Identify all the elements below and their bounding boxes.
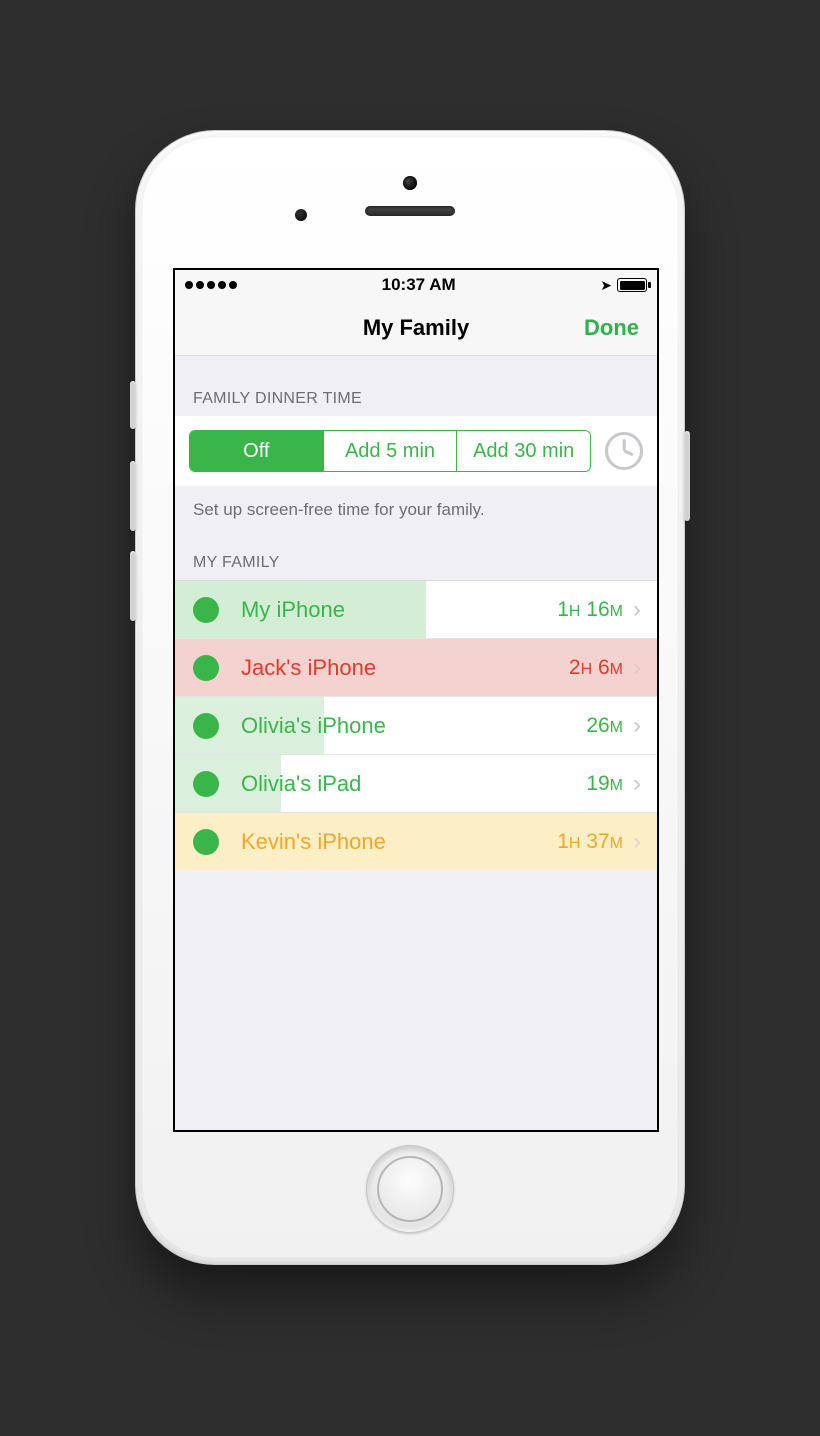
location-icon: ➤ xyxy=(600,277,612,294)
device-time: 1H 37M xyxy=(557,830,623,854)
signal-dots-icon xyxy=(185,281,237,289)
page-title: My Family xyxy=(363,315,469,341)
chevron-right-icon: › xyxy=(633,654,641,682)
family-row[interactable]: Olivia's iPad19M › xyxy=(175,754,657,812)
mute-switch[interactable] xyxy=(130,381,136,429)
device-time: 2H 6M xyxy=(569,656,623,680)
family-row[interactable]: My iPhone1H 16M › xyxy=(175,580,657,638)
device-name: Olivia's iPad xyxy=(241,771,586,797)
family-row[interactable]: Olivia's iPhone26M › xyxy=(175,696,657,754)
home-button[interactable] xyxy=(366,1145,454,1233)
device-time: 1H 16M xyxy=(557,598,623,622)
chevron-right-icon: › xyxy=(633,596,641,624)
dinner-segmented-control[interactable]: OffAdd 5 minAdd 30 min xyxy=(189,430,591,472)
device-name: Olivia's iPhone xyxy=(241,713,586,739)
done-button[interactable]: Done xyxy=(584,315,639,341)
power-button[interactable] xyxy=(684,431,690,521)
device-name: Kevin's iPhone xyxy=(241,829,557,855)
segment-off[interactable]: Off xyxy=(190,431,323,471)
dinner-footer: Set up screen-free time for your family. xyxy=(175,486,657,520)
status-dot-icon xyxy=(193,597,219,623)
status-dot-icon xyxy=(193,771,219,797)
device-time: 19M xyxy=(586,772,623,796)
device-time: 26M xyxy=(586,714,623,738)
nav-bar: My Family Done xyxy=(175,300,657,356)
status-dot-icon xyxy=(193,829,219,855)
family-list: My iPhone1H 16M›Jack's iPhone2H 6M›Olivi… xyxy=(175,580,657,870)
clock: 10:37 AM xyxy=(382,275,456,295)
volume-up-button[interactable] xyxy=(130,461,136,531)
chevron-right-icon: › xyxy=(633,828,641,856)
family-row[interactable]: Kevin's iPhone1H 37M › xyxy=(175,812,657,870)
device-name: My iPhone xyxy=(241,597,557,623)
segment-add-5-min[interactable]: Add 5 min xyxy=(323,431,457,471)
ear-speaker xyxy=(365,206,455,216)
screen: 10:37 AM ➤ My Family Done FAMILY DINNER … xyxy=(173,268,659,1132)
segment-add-30-min[interactable]: Add 30 min xyxy=(456,431,590,471)
status-dot-icon xyxy=(193,655,219,681)
front-camera xyxy=(403,176,417,190)
proximity-sensor xyxy=(295,209,307,221)
chevron-right-icon: › xyxy=(633,770,641,798)
status-dot-icon xyxy=(193,713,219,739)
section-header-family: MY FAMILY xyxy=(175,520,657,580)
status-bar: 10:37 AM ➤ xyxy=(175,270,657,300)
volume-down-button[interactable] xyxy=(130,551,136,621)
device-name: Jack's iPhone xyxy=(241,655,569,681)
battery-icon xyxy=(617,278,647,292)
chevron-right-icon: › xyxy=(633,712,641,740)
phone-frame: 10:37 AM ➤ My Family Done FAMILY DINNER … xyxy=(135,130,685,1265)
dinner-row: OffAdd 5 minAdd 30 min xyxy=(175,416,657,486)
section-header-dinner: FAMILY DINNER TIME xyxy=(175,356,657,416)
family-row[interactable]: Jack's iPhone2H 6M › xyxy=(175,638,657,696)
schedule-clock-icon[interactable] xyxy=(605,432,643,470)
